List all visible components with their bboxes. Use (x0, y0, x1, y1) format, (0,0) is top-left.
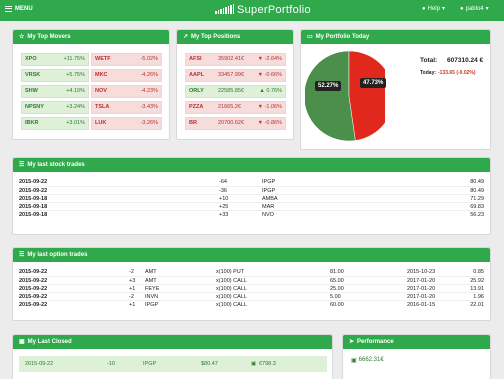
option-trades-panel: ☰ My last option trades 2015-09-22 -2 AMT x… (12, 247, 491, 321)
today-change: -133.65 (-0.02%) (438, 70, 476, 76)
brand-name: SuperPortfolio (237, 4, 311, 16)
last-closed-title: My Last Closed (27, 339, 72, 345)
help-menu[interactable]: ● Help ▾ (422, 6, 445, 12)
send-icon: ➤ (349, 339, 355, 345)
caret-down-icon: ▾ (485, 6, 489, 12)
performance-header: ➤ Performance (343, 335, 490, 349)
today-label: Today: (420, 70, 437, 76)
closed-trade-row[interactable]: 2015-09-22 -10 IPGP $80.47 ▣ €798.3 (19, 356, 327, 372)
app-brand[interactable]: SuperPortfolio (215, 4, 311, 16)
gainer-cell[interactable]: SHW +4.10% (21, 85, 89, 98)
gain-icon: ▣ (251, 361, 257, 367)
gainer-cell[interactable]: VRSK +5.75% (21, 69, 89, 82)
loser-cell[interactable]: LUK -3.26% (91, 117, 162, 130)
pie-slice[interactable] (348, 50, 385, 141)
table-row[interactable]: 2015-09-18 +25 MAR 69.83 (19, 202, 484, 210)
lock-icon: ▣ (19, 339, 25, 345)
position-cell[interactable]: ORLY 22585.85€ ▲ 0.76% (185, 85, 286, 98)
table-row[interactable]: 2015-09-22 -36 IPGP 80.49 (19, 186, 484, 194)
top-movers-panel: ☆ My Top Movers XPO +11.75% VRSK +5.75% SH… (12, 29, 170, 140)
table-row[interactable]: 2015-09-22 -2 INVN x(100) CALL 5.00 2017-01-2… (19, 292, 484, 300)
top-positions-panel: ↗ My Top Positions AFSI 35902.41€ ▼ -2.64%… (176, 29, 294, 140)
position-cell[interactable]: BR 20700.62€ ▼ -0.86% (185, 117, 286, 130)
star-icon: ☆ (19, 34, 25, 40)
loser-cell[interactable]: NOV -4.23% (91, 85, 162, 98)
table-row[interactable]: 2015-09-22 +1 FEYE x(100) CALL 25.00 2017-01-… (19, 284, 484, 292)
table-row[interactable]: 2015-09-22 +1 IPGP x(100) CALL 60.00 2016-01-… (19, 300, 484, 308)
hamburger-icon (5, 6, 12, 12)
gainer-cell[interactable]: IBKR +3.01% (21, 117, 89, 130)
menu-label: MENU (15, 6, 33, 12)
pie-slice-label: 52.27% (315, 81, 342, 91)
performance-value-row: ▣ 6662.31€ (351, 357, 384, 364)
line-chart-icon: ↗ (183, 34, 189, 40)
position-cell[interactable]: PZZA 21665.2€ ▼ -1.06% (185, 101, 286, 114)
portfolio-today-header: ▭ My Portfolio Today (301, 30, 490, 44)
table-row[interactable]: 2015-09-22 -2 AMT x(100) PUT 81.00 2015-10-23… (19, 268, 484, 276)
loser-cell[interactable]: MKC -4.26% (91, 69, 162, 82)
list-icon: ☰ (19, 162, 25, 168)
loser-cell[interactable]: TSLA -3.43% (91, 101, 162, 114)
lock-icon: ▣ (351, 358, 357, 364)
loser-cell[interactable]: WETF -5.02% (91, 53, 162, 66)
performance-panel: ➤ Performance ▣ 6662.31€ (342, 334, 491, 379)
stock-trades-header: ☰ My last stock trades (13, 158, 490, 172)
stock-trades-title: My last stock trades (27, 162, 85, 168)
caret-down-icon: ▾ (441, 6, 445, 12)
pie-slice[interactable] (305, 50, 356, 142)
top-movers-header: ☆ My Top Movers (13, 30, 169, 44)
last-closed-header: ▣ My Last Closed (13, 335, 332, 349)
position-cell[interactable]: AAPL 33457.99€ ▼ -0.66% (185, 69, 286, 82)
table-row[interactable]: 2015-09-18 +10 AMBA 71.29 (19, 194, 484, 202)
top-positions-header: ↗ My Top Positions (177, 30, 293, 44)
portfolio-today-title: My Portfolio Today (315, 34, 370, 40)
user-menu[interactable]: ● pablo4 ▾ (460, 6, 489, 12)
top-navbar: MENU SuperPortfolio ● Help ▾ ● pablo4 ▾ (0, 0, 504, 21)
help-label: Help (427, 6, 440, 12)
pie-slice-label: 47.73% (360, 78, 387, 88)
portfolio-pie-chart (305, 50, 385, 142)
gainer-cell[interactable]: XPO +11.75% (21, 53, 89, 66)
last-closed-panel: ▣ My Last Closed 2015-09-22 -10 IPGP $80… (12, 334, 333, 379)
total-label: Total: (420, 57, 438, 64)
user-icon: ● (460, 6, 464, 12)
table-row[interactable]: 2015-09-18 +33 NVO 56.23 (19, 210, 484, 218)
position-cell[interactable]: AFSI 35902.41€ ▼ -2.64% (185, 53, 286, 66)
gainer-cell[interactable]: NPSNY +3.24% (21, 101, 89, 114)
portfolio-today-panel: ▭ My Portfolio Today 52.27% 47.73% Total:… (300, 29, 491, 150)
info-icon: ● (422, 6, 426, 12)
list-icon: ☰ (19, 252, 25, 258)
total-value: 607310.24 € (447, 57, 484, 64)
stock-trades-panel: ☰ My last stock trades 2015-09-22 -64 IPGP… (12, 157, 491, 235)
top-positions-title: My Top Positions (191, 34, 241, 40)
performance-title: Performance (357, 339, 394, 345)
menu-button[interactable]: MENU (5, 6, 33, 12)
option-trades-header: ☰ My last option trades (13, 248, 490, 262)
user-label: pablo4 (465, 6, 484, 12)
top-movers-title: My Top Movers (27, 34, 71, 40)
bar-chart-logo-icon (215, 4, 234, 14)
option-trades-title: My last option trades (27, 252, 88, 258)
option-trades-table: 2015-09-22 -2 AMT x(100) PUT 81.00 2015-10-23… (19, 268, 484, 308)
table-row[interactable]: 2015-09-22 -64 IPGP 80.49 (19, 178, 484, 186)
stock-trades-table: 2015-09-22 -64 IPGP 80.49 2015-09-22 -36 IPGP… (19, 178, 484, 218)
table-row[interactable]: 2015-09-22 +3 AMT x(100) CALL 65.00 2017-01-2… (19, 276, 484, 284)
monitor-icon: ▭ (307, 34, 313, 40)
performance-value: 6662.31€ (358, 357, 384, 363)
